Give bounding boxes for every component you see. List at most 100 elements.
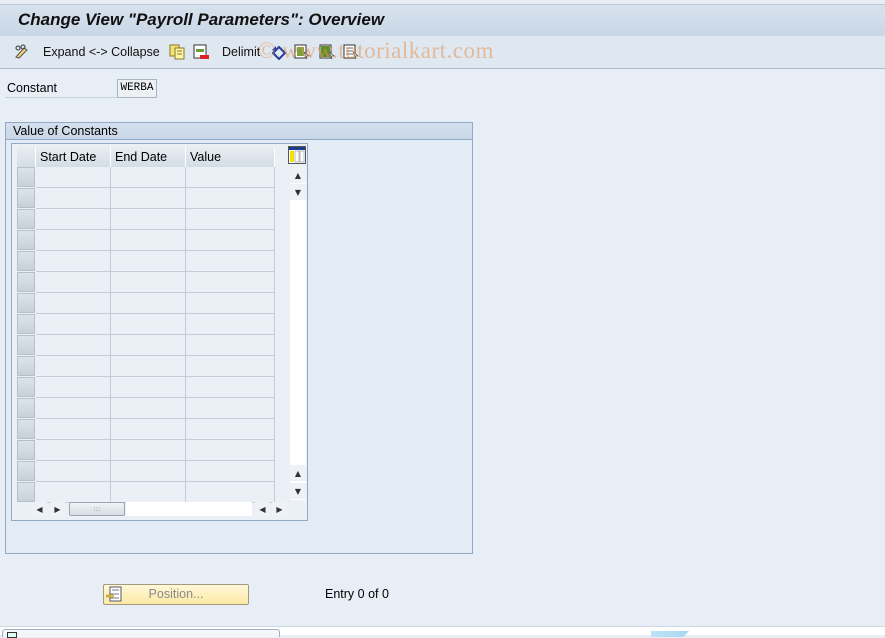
- start-date-cell[interactable]: [36, 440, 111, 461]
- table-row[interactable]: [17, 293, 275, 314]
- row-selector[interactable]: [17, 314, 35, 334]
- table-row[interactable]: [17, 209, 275, 230]
- value-cell[interactable]: [186, 314, 275, 335]
- end-date-cell[interactable]: [111, 419, 186, 440]
- row-selector[interactable]: [17, 251, 35, 271]
- start-date-cell[interactable]: [36, 335, 111, 356]
- row-selector[interactable]: [17, 461, 35, 481]
- end-date-cell[interactable]: [111, 356, 186, 377]
- delete-button[interactable]: [193, 43, 209, 61]
- value-cell[interactable]: [186, 377, 275, 398]
- value-cell[interactable]: [186, 440, 275, 461]
- value-cell[interactable]: [186, 461, 275, 482]
- table-row[interactable]: [17, 356, 275, 377]
- end-date-cell[interactable]: [111, 293, 186, 314]
- start-date-cell[interactable]: [36, 461, 111, 482]
- row-selector[interactable]: [17, 188, 35, 208]
- table-row[interactable]: [17, 230, 275, 251]
- start-date-cell[interactable]: [36, 167, 111, 188]
- start-date-cell[interactable]: [36, 209, 111, 230]
- table-row[interactable]: [17, 419, 275, 440]
- row-selector[interactable]: [17, 482, 35, 502]
- end-date-cell[interactable]: [111, 272, 186, 293]
- value-cell[interactable]: [186, 251, 275, 272]
- end-date-cell[interactable]: [111, 188, 186, 209]
- value-cell[interactable]: [186, 167, 275, 188]
- end-date-cell[interactable]: [111, 209, 186, 230]
- start-date-cell[interactable]: [36, 293, 111, 314]
- row-selector[interactable]: [17, 167, 35, 187]
- row-selector[interactable]: [17, 335, 35, 355]
- value-cell[interactable]: [186, 419, 275, 440]
- end-date-cell[interactable]: [111, 314, 186, 335]
- start-date-cell[interactable]: [36, 314, 111, 335]
- start-date-cell[interactable]: [36, 251, 111, 272]
- start-date-cell[interactable]: [36, 356, 111, 377]
- value-cell[interactable]: [186, 335, 275, 356]
- scroll-right-button[interactable]: ▶: [50, 502, 65, 516]
- horizontal-scroll-thumb[interactable]: :::: [69, 502, 125, 516]
- row-selector[interactable]: [17, 356, 35, 376]
- delimit-button[interactable]: Delimit: [222, 43, 260, 61]
- table-row[interactable]: [17, 461, 275, 482]
- scroll-down-button[interactable]: ▼: [290, 483, 306, 499]
- column-header-start-date[interactable]: Start Date: [36, 147, 111, 167]
- table-row[interactable]: [17, 482, 275, 503]
- column-header-value[interactable]: Value: [186, 147, 275, 167]
- value-cell[interactable]: [186, 356, 275, 377]
- table-row[interactable]: [17, 398, 275, 419]
- value-cell[interactable]: [186, 188, 275, 209]
- end-date-cell[interactable]: [111, 251, 186, 272]
- start-date-cell[interactable]: [36, 419, 111, 440]
- copy-button[interactable]: [169, 43, 185, 61]
- scroll-left-button[interactable]: ◀: [32, 502, 47, 516]
- row-selector[interactable]: [17, 209, 35, 229]
- table-row[interactable]: [17, 377, 275, 398]
- select-block-button[interactable]: [319, 43, 335, 61]
- undo-change-button[interactable]: [271, 43, 287, 61]
- start-date-cell[interactable]: [36, 272, 111, 293]
- deselect-all-button[interactable]: [343, 43, 359, 61]
- end-date-cell[interactable]: [111, 440, 186, 461]
- end-date-cell[interactable]: [111, 167, 186, 188]
- page-down-button[interactable]: ▼: [290, 184, 306, 200]
- vertical-scrollbar[interactable]: ▲ ▼ ▲ ▼: [290, 167, 306, 500]
- horizontal-scrollbar[interactable]: ◀ ▶ ::: ◀ ▶: [32, 502, 288, 517]
- column-settings-button[interactable]: [288, 146, 306, 164]
- position-button[interactable]: Position...: [103, 584, 249, 605]
- select-all-button[interactable]: [294, 43, 310, 61]
- end-date-cell[interactable]: [111, 398, 186, 419]
- start-date-cell[interactable]: [36, 482, 111, 503]
- table-row[interactable]: [17, 251, 275, 272]
- column-right-button[interactable]: ▶: [272, 502, 287, 516]
- column-header-end-date[interactable]: End Date: [111, 147, 186, 167]
- expand-collapse-button[interactable]: Expand <-> Collapse: [43, 43, 160, 61]
- select-all-rows-header[interactable]: [17, 147, 36, 167]
- end-date-cell[interactable]: [111, 335, 186, 356]
- horizontal-scroll-track[interactable]: [126, 502, 252, 516]
- display-change-button[interactable]: [14, 43, 30, 61]
- column-left-button[interactable]: ◀: [255, 502, 270, 516]
- end-date-cell[interactable]: [111, 461, 186, 482]
- value-cell[interactable]: [186, 272, 275, 293]
- page-up-button[interactable]: ▲: [290, 465, 306, 481]
- start-date-cell[interactable]: [36, 230, 111, 251]
- value-cell[interactable]: [186, 230, 275, 251]
- value-cell[interactable]: [186, 398, 275, 419]
- row-selector[interactable]: [17, 440, 35, 460]
- table-row[interactable]: [17, 272, 275, 293]
- table-row[interactable]: [17, 335, 275, 356]
- row-selector[interactable]: [17, 419, 35, 439]
- value-cell[interactable]: [186, 209, 275, 230]
- start-date-cell[interactable]: [36, 398, 111, 419]
- row-selector[interactable]: [17, 293, 35, 313]
- row-selector[interactable]: [17, 377, 35, 397]
- scroll-up-button[interactable]: ▲: [290, 167, 306, 183]
- row-selector[interactable]: [17, 272, 35, 292]
- start-date-cell[interactable]: [36, 377, 111, 398]
- table-row[interactable]: [17, 314, 275, 335]
- table-row[interactable]: [17, 167, 275, 188]
- end-date-cell[interactable]: [111, 230, 186, 251]
- end-date-cell[interactable]: [111, 377, 186, 398]
- table-row[interactable]: [17, 440, 275, 461]
